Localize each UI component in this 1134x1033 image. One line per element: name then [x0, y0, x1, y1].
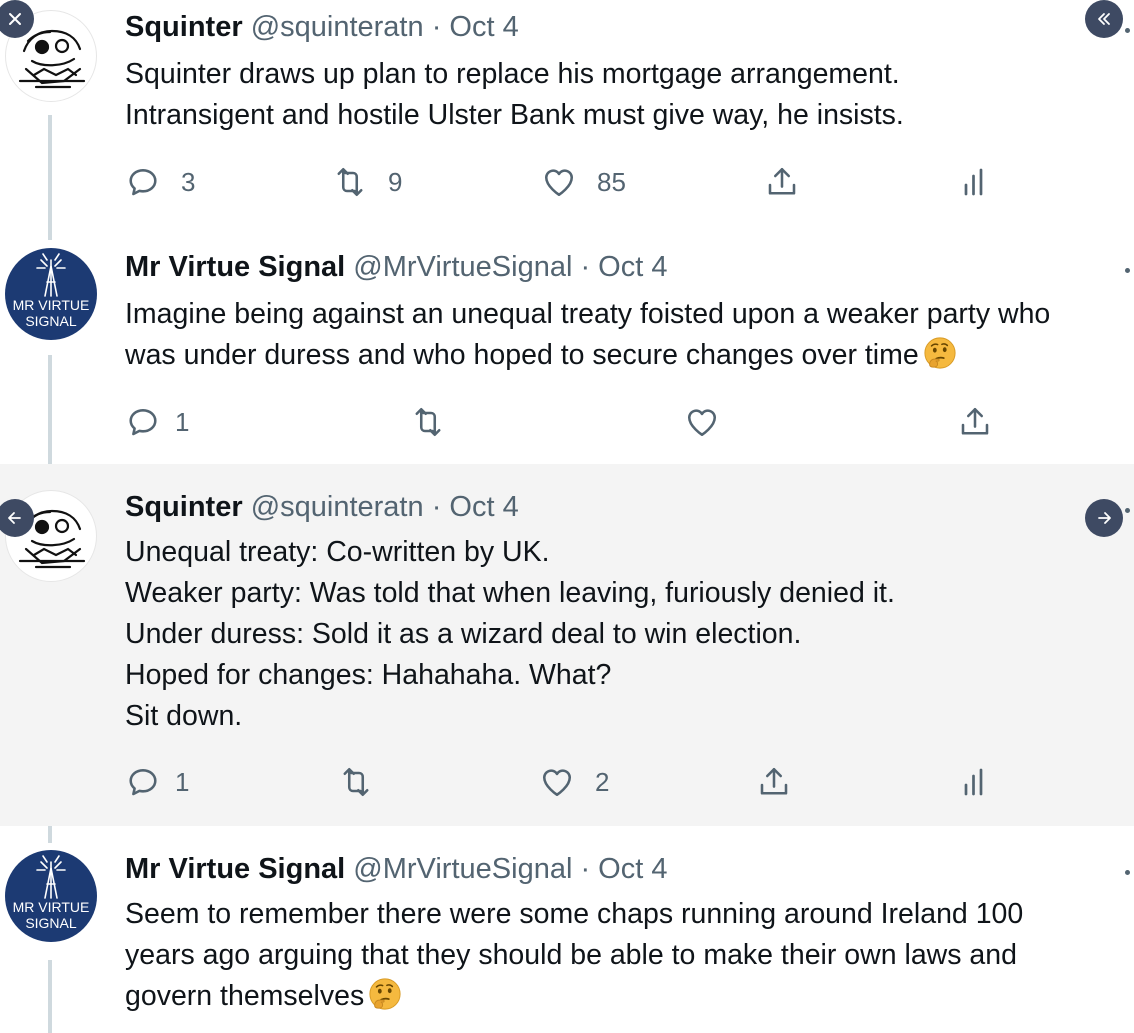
tweet-text-line: Intransigent and hostile Ulster Bank mus… [125, 99, 904, 131]
avatar-text-line-1: MR VIRTUE [13, 297, 90, 313]
tweet-text-line: govern themselves [125, 976, 1124, 1017]
author-name[interactable]: Mr Virtue Signal [125, 251, 345, 283]
reply-button[interactable]: 1 [125, 762, 189, 802]
reply-icon [125, 404, 161, 440]
like-button[interactable]: 85 [541, 162, 626, 202]
avatar[interactable]: MR VIRTUE SIGNAL [5, 248, 97, 340]
avatar-text-line-2: SIGNAL [25, 313, 77, 329]
analytics-button[interactable] [957, 162, 993, 202]
tweet-timestamp[interactable]: · Oct 4 [580, 853, 667, 885]
reply-count: 1 [175, 766, 190, 797]
tweet-text: Squinter draws up plan to replace his mo… [125, 54, 1124, 136]
tweet-header: Mr Virtue Signal @MrVirtueSignal · Oct 4 [125, 852, 667, 886]
retweet-button[interactable]: 9 [332, 162, 402, 202]
double-chevron-left-icon [1098, 13, 1110, 25]
avatar-text-line-2: SIGNAL [25, 915, 77, 931]
author-name[interactable]: Squinter [125, 11, 243, 43]
reply-icon [125, 164, 161, 200]
radio-tower-logo-avatar: MR VIRTUE SIGNAL [13, 855, 90, 931]
thinking-face-icon [368, 977, 402, 1011]
retweet-icon [332, 164, 368, 200]
tweet-timestamp[interactable]: · Oct 4 [432, 491, 519, 523]
tweet-text: Unequal treaty: Co-written by UK. Weaker… [125, 532, 1124, 737]
tweet-timestamp[interactable]: · Oct 4 [432, 11, 519, 43]
next-image-button[interactable] [1085, 499, 1123, 537]
share-button[interactable] [756, 762, 792, 802]
tweet-text-line: was under duress and who hoped to secure… [125, 335, 1124, 376]
analytics-icon [957, 164, 993, 200]
tweet-text-line: Squinter draws up plan to replace his mo… [125, 58, 900, 90]
tweet-header: Squinter @squinteratn · Oct 4 [125, 10, 519, 44]
tweet-text-line: Imagine being against an unequal treaty … [125, 298, 1051, 330]
tweet-text-line: years ago arguing that they should be ab… [125, 939, 1017, 971]
share-icon [764, 164, 800, 200]
thinking-face-icon [923, 336, 957, 370]
heart-icon [541, 164, 577, 200]
tweet-text-line: Hoped for changes: Hahahaha. What? [125, 659, 612, 691]
tweet-header: Squinter @squinteratn · Oct 4 [125, 490, 519, 524]
reply-count: 1 [175, 406, 190, 437]
share-icon [756, 764, 792, 800]
tweet[interactable]: MR VIRTUE SIGNAL Mr Virtue Signal @MrVir… [0, 232, 1134, 464]
tweet[interactable]: Squinter @squinteratn · Oct 4 Squinter d… [0, 0, 1134, 232]
author-handle[interactable]: @MrVirtueSignal [353, 251, 572, 283]
reply-icon [125, 764, 161, 800]
retweet-icon [410, 404, 446, 440]
like-button[interactable]: 2 [539, 762, 609, 802]
arrow-left-icon [8, 512, 21, 524]
heart-icon [684, 404, 720, 440]
share-button[interactable] [764, 162, 800, 202]
reply-button[interactable]: 1 [125, 402, 189, 442]
share-icon [957, 404, 993, 440]
more-options-dot[interactable] [1125, 508, 1130, 513]
author-handle[interactable]: @squinteratn [251, 491, 424, 523]
tweet[interactable]: MR VIRTUE SIGNAL Mr Virtue Signal @MrVir… [0, 826, 1134, 1033]
tweet-text-fragment: govern themselves [125, 980, 365, 1012]
more-options-dot[interactable] [1125, 870, 1130, 875]
close-icon [9, 13, 21, 25]
tweet-text-line: Weaker party: Was told that when leaving… [125, 577, 895, 609]
reply-count: 3 [181, 166, 196, 197]
analytics-icon [957, 764, 993, 800]
like-count: 85 [597, 166, 626, 197]
tweet-text-line: Under duress: Sold it as a wizard deal t… [125, 618, 802, 650]
retweet-button[interactable] [338, 762, 374, 802]
avatar-text-line-1: MR VIRTUE [13, 899, 90, 915]
more-options-dot[interactable] [1125, 28, 1130, 33]
collapse-panel-button[interactable] [1085, 0, 1123, 38]
tweet-text: Imagine being against an unequal treaty … [125, 294, 1124, 376]
tweet-text-line: Sit down. [125, 700, 243, 732]
retweet-button[interactable] [410, 402, 446, 442]
radio-tower-logo-avatar: MR VIRTUE SIGNAL [13, 253, 90, 329]
share-button[interactable] [957, 402, 993, 442]
retweet-count: 9 [388, 166, 403, 197]
tweet-text-line: Seem to remember there were some chaps r… [125, 898, 1024, 930]
tweet-highlighted[interactable]: Squinter @squinteratn · Oct 4 Unequal tr… [0, 464, 1134, 826]
reply-button[interactable]: 3 [125, 162, 195, 202]
more-options-dot[interactable] [1125, 268, 1130, 273]
tweet-text-fragment: was under duress and who hoped to secure… [125, 339, 919, 371]
author-name[interactable]: Squinter [125, 491, 243, 523]
tweet-header: Mr Virtue Signal @MrVirtueSignal · Oct 4 [125, 250, 667, 284]
heart-icon [539, 764, 575, 800]
arrow-right-icon [1098, 512, 1111, 524]
author-handle[interactable]: @MrVirtueSignal [353, 853, 572, 885]
like-button[interactable] [684, 402, 720, 442]
author-name[interactable]: Mr Virtue Signal [125, 853, 345, 885]
tweet-text: Seem to remember there were some chaps r… [125, 894, 1124, 1017]
avatar[interactable]: MR VIRTUE SIGNAL [5, 850, 97, 942]
tweet-timestamp[interactable]: · Oct 4 [580, 251, 667, 283]
analytics-button[interactable] [957, 762, 993, 802]
tweet-text-line: Unequal treaty: Co-written by UK. [125, 536, 550, 568]
author-handle[interactable]: @squinteratn [251, 11, 424, 43]
like-count: 2 [595, 766, 610, 797]
retweet-icon [338, 764, 374, 800]
